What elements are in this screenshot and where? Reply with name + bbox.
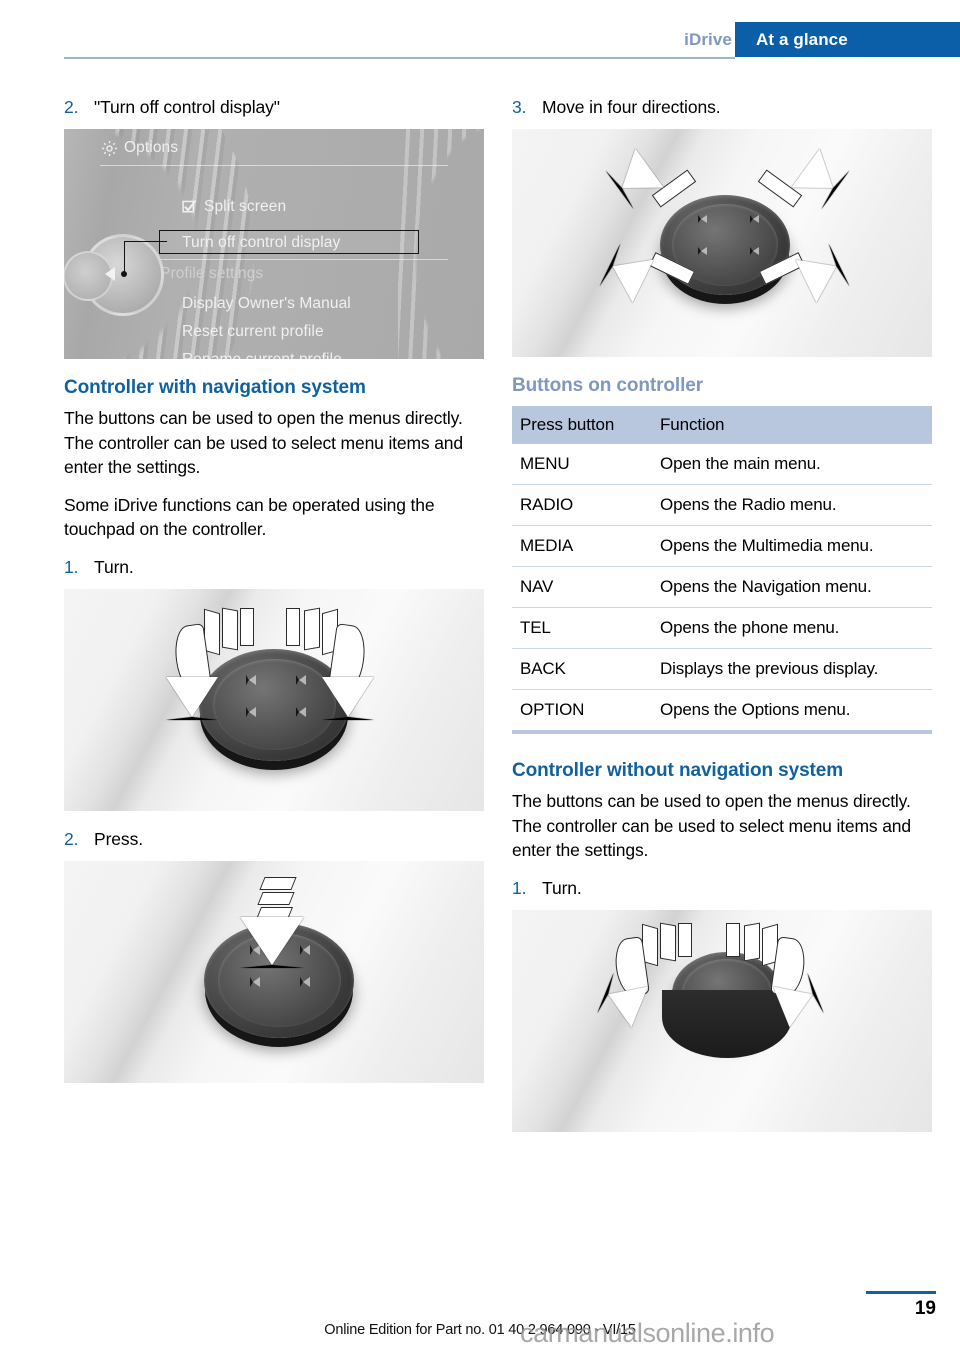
step-label: Turn. xyxy=(94,556,134,577)
knob-mark-icon xyxy=(246,674,256,685)
table-cell-function: Opens the phone menu. xyxy=(648,607,932,649)
paragraph-controller-with-nav-2: Some iDrive functions can be operated us… xyxy=(64,494,435,540)
table-row: BACK Displays the previous display. xyxy=(512,648,932,690)
gear-icon xyxy=(100,139,119,163)
table-row: OPTION Opens the Options menu. xyxy=(512,689,932,734)
paragraph-controller-with-nav-1: The buttons can be used to open the menu… xyxy=(64,408,463,477)
step-number: 3. xyxy=(512,97,527,117)
step-label: "Turn off control display" xyxy=(94,97,280,117)
step-number: 2. xyxy=(64,97,79,117)
rotation-hatch xyxy=(304,607,320,650)
step-3-move-four-directions: 3. Move in four directions. xyxy=(512,95,932,119)
rotation-hatch xyxy=(286,607,300,646)
checked-checkbox-icon xyxy=(182,199,197,219)
press-hatch xyxy=(259,876,297,890)
callout-leader-line xyxy=(124,241,167,275)
table-cell-button: RADIO xyxy=(512,484,648,526)
rotation-hatch xyxy=(240,607,254,646)
table-cell-button: BACK xyxy=(512,648,648,690)
step-2-press: 2. Press. xyxy=(64,827,484,851)
page-number: 19 xyxy=(914,1298,936,1319)
watermark: carmanualsonline.info xyxy=(520,1318,775,1348)
idrive-menu-item-profile-settings[interactable]: Profile settings xyxy=(160,265,263,283)
table-row: RADIO Opens the Radio menu. xyxy=(512,484,932,526)
press-hatch xyxy=(257,891,295,905)
knob-mark-icon xyxy=(698,215,707,223)
table-cell-function: Opens the Radio menu. xyxy=(648,484,932,526)
paragraph-controller-without-nav-1: The buttons can be used to open the menu… xyxy=(512,791,911,860)
table-cell-function: Opens the Navigation menu. xyxy=(648,566,932,608)
rotation-hatch xyxy=(726,922,740,957)
step-1-turn-without-nav: 1. Turn. xyxy=(512,876,932,900)
knob-mark-icon xyxy=(698,247,707,255)
arrow-head-left xyxy=(166,676,218,720)
knob-mark-icon xyxy=(250,976,260,987)
table-cell-button: OPTION xyxy=(512,689,648,734)
knob-mark-icon xyxy=(296,706,306,717)
table-cell-button: MEDIA xyxy=(512,525,648,567)
callout-dot xyxy=(121,271,127,277)
arrow-head-right xyxy=(322,676,374,720)
page-header: iDrive At a glance xyxy=(0,0,960,62)
press-arrow-head xyxy=(240,916,304,968)
step-number: 1. xyxy=(64,556,79,577)
idrive-menu-item-rename-current-profile[interactable]: Rename current profile xyxy=(182,351,342,359)
figure-controller-move-four-directions xyxy=(512,129,932,357)
breadcrumb-section-label: At a glance xyxy=(756,30,848,49)
step-1-turn: 1. Turn. xyxy=(64,555,484,579)
table-header-row: Press button Function xyxy=(512,406,932,444)
page-footer: 19 Online Edition for Part no. 01 40 2 9… xyxy=(0,1282,960,1362)
idrive-menu-title: Options xyxy=(124,139,179,156)
breadcrumb-chapter: iDrive xyxy=(684,30,732,49)
table-cell-button: NAV xyxy=(512,566,648,608)
step-label: Move in four directions. xyxy=(542,97,721,117)
table-header-function: Function xyxy=(648,406,932,444)
table-cell-function: Open the main menu. xyxy=(648,444,932,485)
knob-mark-icon xyxy=(750,215,759,223)
table-cell-button: MENU xyxy=(512,444,648,485)
left-column: 2. "Turn off control display" Options Sp… xyxy=(64,95,484,1099)
idrive-menu-item-display-owners-manual[interactable]: Display Owner's Manual xyxy=(182,295,351,313)
rotation-hatch xyxy=(744,922,760,961)
edition-note: Online Edition for Part no. 01 40 2 964 … xyxy=(324,1322,636,1338)
knob-mark-icon xyxy=(246,706,256,717)
figure-controller-without-nav-turn xyxy=(512,909,932,1132)
table-cell-function: Opens the Multimedia menu. xyxy=(648,525,932,567)
figure-controller-press xyxy=(64,860,484,1083)
table-row: NAV Opens the Navigation menu. xyxy=(512,566,932,608)
step-label: Turn. xyxy=(542,877,582,898)
table-row: MEDIA Opens the Multimedia menu. xyxy=(512,525,932,567)
rotation-hatch xyxy=(660,922,676,961)
rotation-hatch xyxy=(222,607,238,650)
knob-mark-icon xyxy=(296,674,306,685)
knob-mark-icon xyxy=(750,247,759,255)
knob-mark-icon xyxy=(300,976,310,987)
figure-controller-turn xyxy=(64,588,484,811)
section-title-buttons-on-controller: Buttons on controller xyxy=(512,375,704,396)
header-divider xyxy=(64,57,735,59)
figure-idrive-options-menu: Options Split screen Turn off control di… xyxy=(64,129,484,359)
table-header-press-button: Press button xyxy=(512,406,648,444)
breadcrumb-section: At a glance xyxy=(735,22,960,57)
footer-divider xyxy=(866,1291,936,1294)
idrive-menu-divider-top xyxy=(100,165,448,166)
idrive-menu-item-split-screen[interactable]: Split screen xyxy=(204,198,286,216)
step-2-turn-off-control-display: 2. "Turn off control display" xyxy=(64,95,484,119)
table-row: TEL Opens the phone menu. xyxy=(512,607,932,649)
step-label: Press. xyxy=(94,828,143,849)
step-number: 1. xyxy=(512,877,527,898)
table-cell-function: Displays the previous display. xyxy=(648,648,932,690)
section-title-controller-without-nav: Controller without navigation system xyxy=(512,760,844,781)
left-arrow-icon xyxy=(105,267,115,281)
rotation-hatch xyxy=(678,922,692,957)
buttons-on-controller-table: Press button Function MENU Open the main… xyxy=(512,406,932,734)
table-row: MENU Open the main menu. xyxy=(512,444,932,485)
table-cell-button: TEL xyxy=(512,607,648,649)
idrive-menu-item-turn-off-control-display[interactable]: Turn off control display xyxy=(182,234,340,252)
right-column: 3. Move in four directions. Buttons on c… xyxy=(512,95,932,1148)
table-cell-function: Opens the Options menu. xyxy=(648,689,932,734)
idrive-menu-item-reset-current-profile[interactable]: Reset current profile xyxy=(182,323,324,341)
step-number: 2. xyxy=(64,828,79,849)
section-title-controller-with-nav: Controller with navigation system xyxy=(64,377,366,398)
